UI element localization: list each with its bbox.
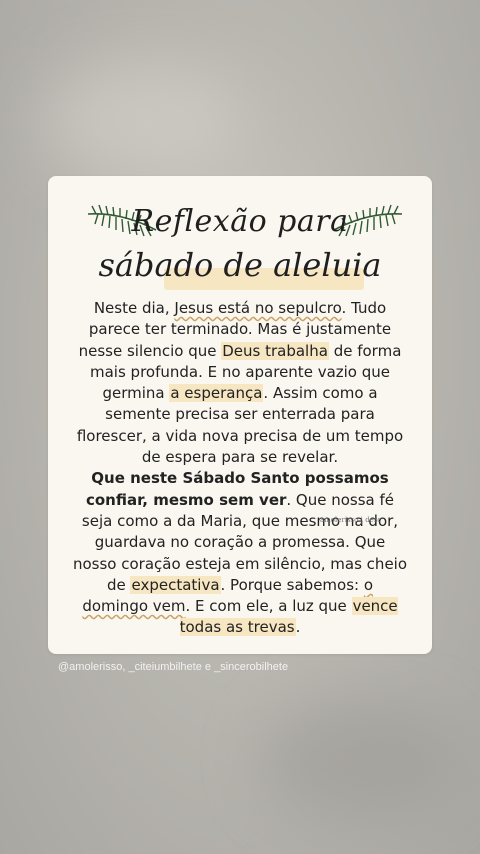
text-segment: . E com ele, a luz que [185, 597, 352, 616]
title-line-1: Reflexão para [131, 204, 349, 239]
background-blur [40, 60, 240, 180]
reflection-card: Reflexão para sábado de aleluia Neste di… [48, 176, 432, 654]
text-segment: Neste dia, [93, 299, 175, 317]
highlighted-phrase: expectativa [130, 575, 221, 594]
title-block: Reflexão para sábado de aleluia [48, 198, 432, 290]
underlined-phrase: Jesus está no sepulcro [174, 299, 342, 317]
credits-caption: @amolerisso, _citeiumbilhete e _sincerob… [58, 661, 289, 673]
watermark: amolerisso | desc [320, 516, 382, 524]
text-segment: . Porque sabemos: [220, 575, 364, 594]
text-segment: . [295, 618, 301, 637]
highlighted-phrase: Deus trabalha [221, 341, 329, 360]
title-line-2: sábado de aleluia [98, 246, 382, 284]
reflection-text: Neste dia, Jesus está no sepulcro. Tudo … [72, 298, 408, 639]
highlighted-phrase: a esperança [169, 384, 264, 403]
background-blur [260, 700, 460, 820]
